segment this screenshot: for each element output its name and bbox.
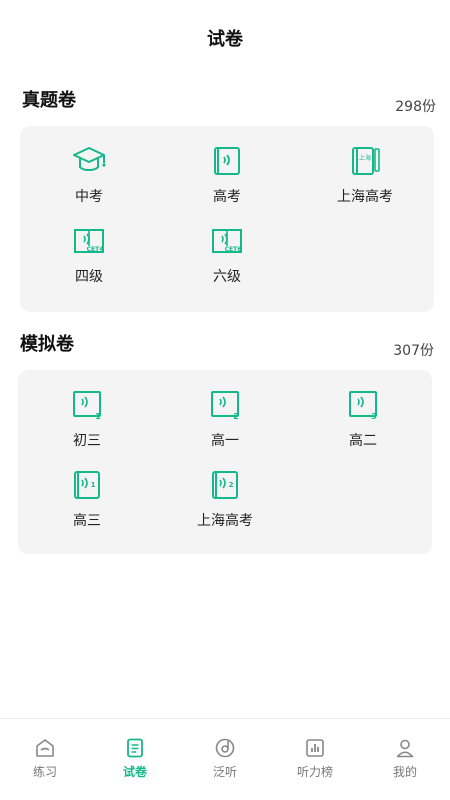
cet4-book-icon: CET4 (74, 229, 104, 253)
paper-icon (127, 738, 143, 758)
tab-label: 听力榜 (296, 765, 333, 779)
paper-item-cet6[interactable]: CET6 六级 (158, 224, 296, 286)
tab-listen[interactable]: 泛听 (180, 719, 270, 800)
tab-label: 泛听 (212, 765, 237, 779)
mock-papers-header: 模拟卷 307份 (0, 330, 450, 360)
mock-papers-title: 模拟卷 (20, 334, 74, 355)
tab-ranking[interactable]: 听力榜 (270, 719, 360, 800)
top-header: 试卷 (0, 0, 450, 76)
paper-item-label: 高二 (349, 433, 377, 449)
book-3-icon: 3 (349, 391, 377, 421)
book-4-icon: 1 (74, 471, 100, 499)
bottom-tab-bar: 练习 试卷 泛听 听力榜 我的 (0, 718, 450, 800)
paper-item-grade12[interactable]: 1 高三 (18, 468, 156, 530)
book-badge-text: 上海 (359, 154, 371, 162)
paper-item-label: 高一 (211, 433, 239, 449)
paper-item-gaokao[interactable]: 高考 (158, 144, 296, 206)
mock-papers-count: 307份 (393, 343, 434, 359)
paper-item-label: 六级 (213, 269, 241, 285)
audio-book-icon (214, 147, 240, 175)
real-papers-card: 中考 高考 上海 上海高考 CET4 四级 CET6 六级 (20, 126, 434, 312)
real-papers-header: 真题卷 298份 (0, 86, 450, 116)
tab-label: 练习 (32, 765, 57, 779)
book-badge-text: CET6 (225, 246, 242, 253)
real-papers-title: 真题卷 (22, 90, 76, 111)
tab-label: 我的 (392, 765, 417, 779)
paper-item-grade11[interactable]: 3 高二 (294, 388, 432, 450)
paper-item-label: 上海高考 (197, 513, 253, 529)
paper-item-shanghai-gaokao[interactable]: 上海 上海高考 (296, 144, 434, 206)
book-badge-text: 2 (233, 412, 239, 421)
graduation-cap-icon (73, 147, 106, 171)
paper-item-label: 高三 (73, 513, 101, 529)
paper-item-label: 初三 (73, 433, 101, 449)
cet6-book-icon: CET6 (212, 229, 242, 253)
book-badge-text: 1 (95, 412, 101, 421)
tab-practice[interactable]: 练习 (0, 719, 90, 800)
book-badge-text: CET4 (87, 246, 104, 253)
paper-item-shanghai-gaokao-mock[interactable]: 2 上海高考 (156, 468, 294, 530)
paper-item-cet4[interactable]: CET4 四级 (20, 224, 158, 286)
mock-papers-card: 1 初三 2 高一 3 高二 1 高三 2 上海高考 (18, 370, 432, 554)
tab-profile[interactable]: 我的 (360, 719, 450, 800)
profile-icon (396, 739, 414, 758)
paper-item-grade10[interactable]: 2 高一 (156, 388, 294, 450)
paper-item-grade9[interactable]: 1 初三 (18, 388, 156, 450)
shanghai-book-icon: 上海 (352, 147, 380, 175)
paper-item-label: 上海高考 (337, 189, 393, 205)
tab-paper[interactable]: 试卷 (90, 719, 180, 800)
book-badge-text: 2 (229, 481, 234, 489)
book-5-icon: 2 (212, 471, 238, 499)
book-badge-text: 1 (91, 481, 96, 489)
ranking-icon (306, 739, 324, 757)
paper-item-label: 高考 (213, 189, 241, 205)
real-papers-count: 298份 (395, 99, 436, 115)
paper-item-zhongkao[interactable]: 中考 (20, 144, 158, 206)
book-badge-text: 3 (371, 412, 377, 421)
page-title: 试卷 (207, 29, 243, 50)
tab-label: 试卷 (122, 765, 147, 779)
book-2-icon: 2 (211, 391, 239, 421)
listen-icon (215, 738, 235, 758)
book-1-icon: 1 (73, 391, 101, 421)
paper-item-label: 中考 (75, 189, 103, 205)
paper-item-label: 四级 (75, 269, 103, 285)
practice-icon (36, 739, 54, 757)
